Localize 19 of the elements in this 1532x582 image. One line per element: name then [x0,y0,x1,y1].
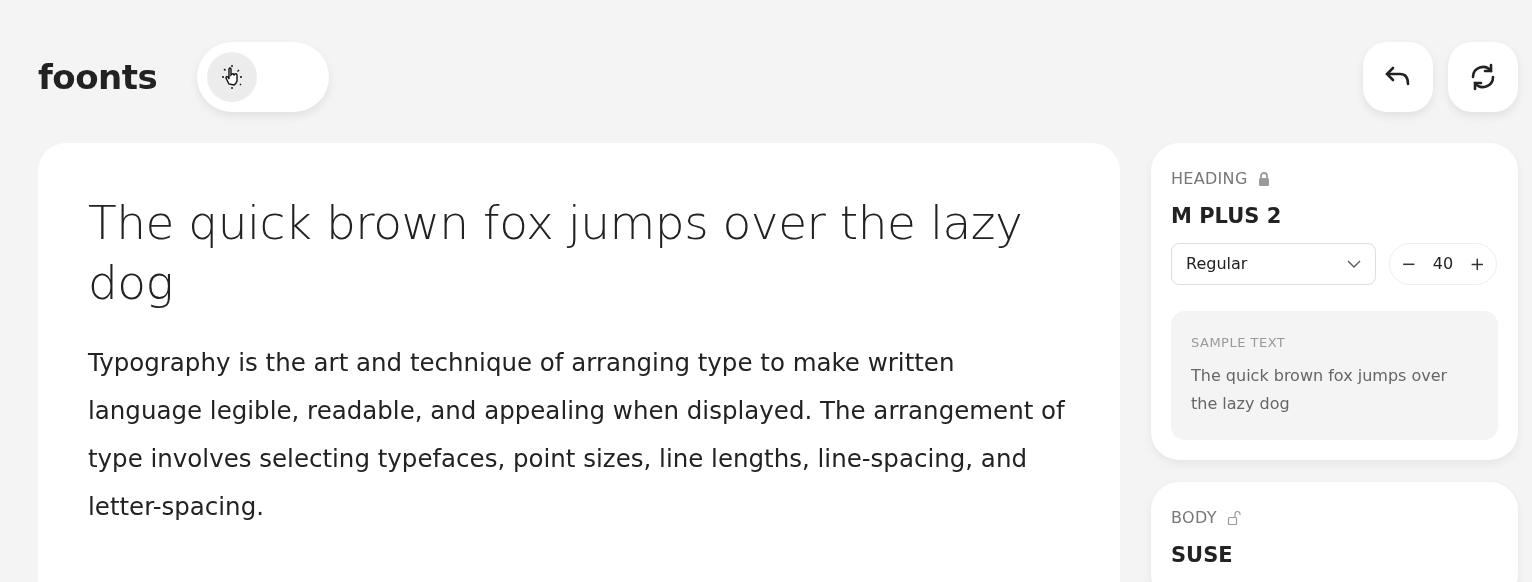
panel-label: HEADING [1171,168,1248,190]
font-name: SUSE [1171,542,1234,569]
logo: foonts [38,55,158,99]
font-name: M PLUS 2 [1171,203,1283,230]
sample-text: The quick brown fox jumps over the lazy dog [1191,365,1449,415]
preview-paragraph: Typography is the art and technique of arranging type to make written language legible, readable, and appealing when displayed. The arrangement of type involves selecting typefaces, point sizes, line lengths, line-spacing, and letter-spacing. [88,347,1066,523]
unlock-icon[interactable] [1226,510,1241,526]
decrease-button[interactable]: − [1395,250,1423,277]
preview-heading: The quick brown fox jumps over the lazy dog [88,194,1024,312]
lock-icon[interactable] [1257,171,1270,187]
weight-select[interactable]: Regular [1171,242,1376,285]
chevron-down-icon [1347,259,1361,268]
size-value: 40 [1432,252,1454,275]
refresh-button[interactable] [1448,42,1518,112]
panel-label: BODY [1171,507,1217,529]
undo-button[interactable] [1363,42,1433,112]
refresh-icon [1469,63,1497,91]
sample-label: SAMPLE TEXT [1191,333,1287,352]
increase-button[interactable]: + [1463,250,1491,277]
